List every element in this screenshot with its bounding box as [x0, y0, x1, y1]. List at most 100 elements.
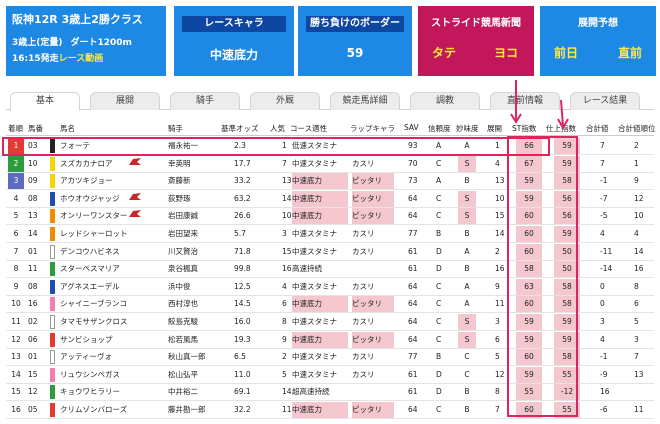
race-movie-link[interactable]: レース動画 [59, 54, 104, 64]
tenkai-zenjitsu-link[interactable]: 前日 [554, 44, 578, 61]
col-header-value[interactable]: 妙味度 [456, 123, 479, 134]
tenkai-cell: 9 [495, 281, 500, 291]
col-header-num[interactable]: 馬番 [28, 123, 43, 134]
col-header-tenkai[interactable]: 展開 [487, 123, 502, 134]
horse-name-link[interactable]: タマモサザンクロス [60, 314, 128, 330]
rank-cell: 3 [8, 173, 24, 190]
rank-cell: 6 [13, 229, 19, 238]
value-cell: B [464, 405, 470, 414]
horse-name-link[interactable]: スターペスマリア [60, 261, 120, 277]
lap-chara-cell: カスリ [352, 317, 375, 326]
trust-cell: D [436, 246, 442, 256]
waku-color-bar [50, 209, 55, 224]
jockey-cell: 中井裕二 [168, 387, 198, 397]
odds-cell: 99.8 [234, 264, 251, 274]
arrow-down-icon [557, 100, 569, 130]
course-aptitude-cell: 中速スタミナ [292, 281, 337, 291]
tab-basic[interactable]: 基本 [10, 92, 80, 111]
total-cell: -9 [600, 369, 608, 379]
course-aptitude-cell: 中速スタミナ [292, 352, 337, 362]
race-chara-value: 中速底力 [209, 48, 258, 62]
horse-number-cell: 14 [28, 229, 38, 238]
horse-number-cell: 01 [28, 352, 38, 362]
waku-color-bar [50, 156, 55, 171]
tenkai-cell: 15 [495, 211, 505, 221]
total-rank-cell: 10 [634, 211, 644, 221]
tenkai-cell: 3 [495, 317, 500, 326]
race-post-time: 16:15発走 [12, 54, 59, 64]
trust-cell: C [436, 281, 442, 291]
col-header-odds[interactable]: 基準オッズ [221, 123, 259, 134]
horse-name-link[interactable]: レッドシャーロット [60, 226, 128, 242]
col-header-lap[interactable]: ラップキャラ [350, 123, 395, 134]
horse-name-link[interactable]: アカツキジョー [60, 173, 113, 189]
popularity-cell: 14 [282, 387, 292, 397]
col-header-total-rank[interactable]: 合計値順位 [618, 123, 656, 134]
col-header-pop[interactable]: 人気 [270, 123, 285, 134]
horse-number-cell: 10 [28, 158, 38, 168]
horse-name-link[interactable]: キョウワヒラリー [60, 384, 120, 400]
horse-name-link[interactable]: デンコウハビネス [60, 244, 120, 260]
horse-number-cell: 09 [28, 176, 38, 186]
horse-number-cell: 16 [28, 299, 38, 309]
tab-horse-detail[interactable]: 競走馬詳細 [330, 92, 400, 110]
tenkai-chokuzen-link[interactable]: 直前 [618, 44, 642, 61]
total-cell: 7 [600, 158, 605, 168]
col-header-sav[interactable]: SAV [404, 123, 419, 132]
win-border-box: 勝ち負けのボーダー 59 [298, 6, 412, 76]
popularity-cell: 14 [282, 193, 292, 203]
col-header-rank[interactable]: 着順 [8, 123, 23, 134]
total-rank-cell: 5 [634, 317, 639, 326]
odds-cell: 5.7 [234, 229, 246, 238]
odds-cell: 17.7 [234, 158, 251, 168]
stride-tate-link[interactable]: タテ [432, 44, 456, 61]
tab-prerace-info[interactable]: 直前情報 [490, 92, 560, 110]
value-cell: B [464, 264, 470, 274]
waku-color-bar [50, 367, 55, 382]
horse-name-link[interactable]: サンビショップ [60, 332, 113, 348]
horse-name-link[interactable]: リュウシンペガス [60, 367, 120, 383]
rank-cell: 7 [13, 246, 19, 256]
col-header-total[interactable]: 合計値 [586, 123, 609, 134]
horse-number-cell: 11 [28, 264, 38, 274]
jockey-cell: 幸英明 [168, 158, 191, 168]
tab-tenkai[interactable]: 展開 [90, 92, 160, 110]
horse-name-link[interactable]: アッティーヴォ [60, 349, 112, 365]
horse-name-link[interactable]: ホウオウジャッジ [60, 191, 120, 207]
col-header-st[interactable]: ST指数 [512, 123, 536, 134]
jockey-cell: 西村淳也 [168, 299, 198, 309]
course-aptitude-cell: 中速底力 [292, 296, 348, 313]
race-title: 阪神12R 3歳上2勝クラス [12, 13, 143, 26]
trust-cell: B [436, 229, 442, 238]
sav-cell: 64 [408, 211, 418, 221]
sav-cell: 70 [408, 158, 418, 168]
popularity-cell: 8 [282, 317, 287, 326]
total-cell: 4 [600, 334, 605, 344]
horse-name-link[interactable]: スズカカナロア [60, 156, 113, 172]
jockey-cell: 秋山真一郎 [168, 352, 206, 362]
total-rank-cell: 11 [634, 405, 644, 414]
tab-gaikyu[interactable]: 外厩 [250, 92, 320, 110]
tab-jockey[interactable]: 騎手 [170, 92, 240, 110]
stride-yoko-link[interactable]: ヨコ [494, 44, 518, 61]
col-header-course[interactable]: コース適性 [290, 123, 327, 134]
jockey-cell: 斎藤新 [168, 176, 191, 186]
tenkai-cell: 4 [495, 158, 500, 168]
lap-chara-cell: カスリ [352, 246, 375, 256]
course-aptitude-cell: 中速スタミナ [292, 369, 337, 379]
horse-name-link[interactable]: シャイニーブランコ [60, 296, 127, 312]
tab-race-result[interactable]: レース結果 [570, 92, 640, 110]
col-header-trust[interactable]: 信頼度 [428, 123, 451, 134]
sav-cell: 61 [408, 246, 418, 256]
rank-cell: 12 [11, 334, 21, 344]
lap-chara-cell: ピッタリ [352, 296, 394, 313]
tab-training[interactable]: 調教 [410, 92, 480, 110]
course-aptitude-cell: 超高速持続 [292, 387, 330, 397]
popularity-cell: 4 [282, 281, 287, 291]
value-cell: B [464, 176, 470, 186]
horse-name-link[interactable]: クリムゾンバローズ [60, 402, 127, 418]
col-header-name[interactable]: 馬名 [60, 123, 75, 134]
horse-name-link[interactable]: オンリーワンスター [60, 208, 127, 224]
horse-name-link[interactable]: アグネスエーデル [60, 279, 120, 295]
col-header-jockey[interactable]: 騎手 [168, 123, 183, 134]
